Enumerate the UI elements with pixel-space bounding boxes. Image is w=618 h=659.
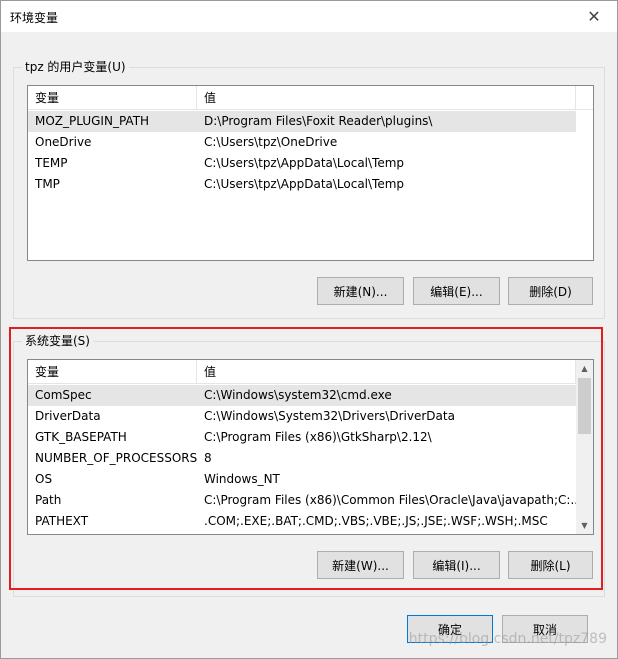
column-header-variable[interactable]: 变量 [28, 86, 197, 110]
user-new-button[interactable]: 新建(N)... [317, 277, 404, 305]
environment-variables-dialog: 环境变量 ✕ tpz 的用户变量(U) 变量 值 MOZ_PLUGIN_PATH… [0, 0, 618, 659]
table-row[interactable]: TEMP C:\Users\tpz\AppData\Local\Temp [28, 153, 593, 174]
window-title: 环境变量 [10, 11, 59, 25]
table-row[interactable]: MOZ_PLUGIN_PATH D:\Program Files\Foxit R… [28, 111, 576, 132]
variable-name: OneDrive [35, 135, 92, 149]
variable-value: C:\Users\tpz\AppData\Local\Temp [204, 177, 405, 191]
table-row[interactable]: TMP C:\Users\tpz\AppData\Local\Temp [28, 174, 593, 195]
user-variables-list[interactable]: 变量 值 MOZ_PLUGIN_PATH D:\Program Files\Fo… [27, 85, 594, 261]
variable-value: C:\Users\tpz\AppData\Local\Temp [204, 156, 405, 170]
title-bar: 环境变量 ✕ [1, 1, 617, 32]
variable-name: MOZ_PLUGIN_PATH [35, 114, 150, 128]
variable-value: C:\Users\tpz\OneDrive [204, 135, 338, 149]
close-icon[interactable]: ✕ [571, 1, 617, 32]
table-row[interactable]: OneDrive C:\Users\tpz\OneDrive [28, 132, 593, 153]
column-header-value[interactable]: 值 [197, 86, 576, 110]
variable-name: TEMP [35, 156, 68, 170]
watermark-text: https://blog.csdn.net/tpz789 [408, 631, 607, 647]
list-header: 变量 值 [28, 86, 593, 110]
variable-name: TMP [35, 177, 60, 191]
user-variables-rows: MOZ_PLUGIN_PATH D:\Program Files\Foxit R… [28, 111, 593, 195]
variable-value: D:\Program Files\Foxit Reader\plugins\ [204, 114, 433, 128]
user-edit-button[interactable]: 编辑(E)... [413, 277, 500, 305]
user-delete-button[interactable]: 删除(D) [508, 277, 593, 305]
user-variables-label: tpz 的用户变量(U) [22, 59, 129, 75]
highlight-annotation [9, 327, 603, 590]
